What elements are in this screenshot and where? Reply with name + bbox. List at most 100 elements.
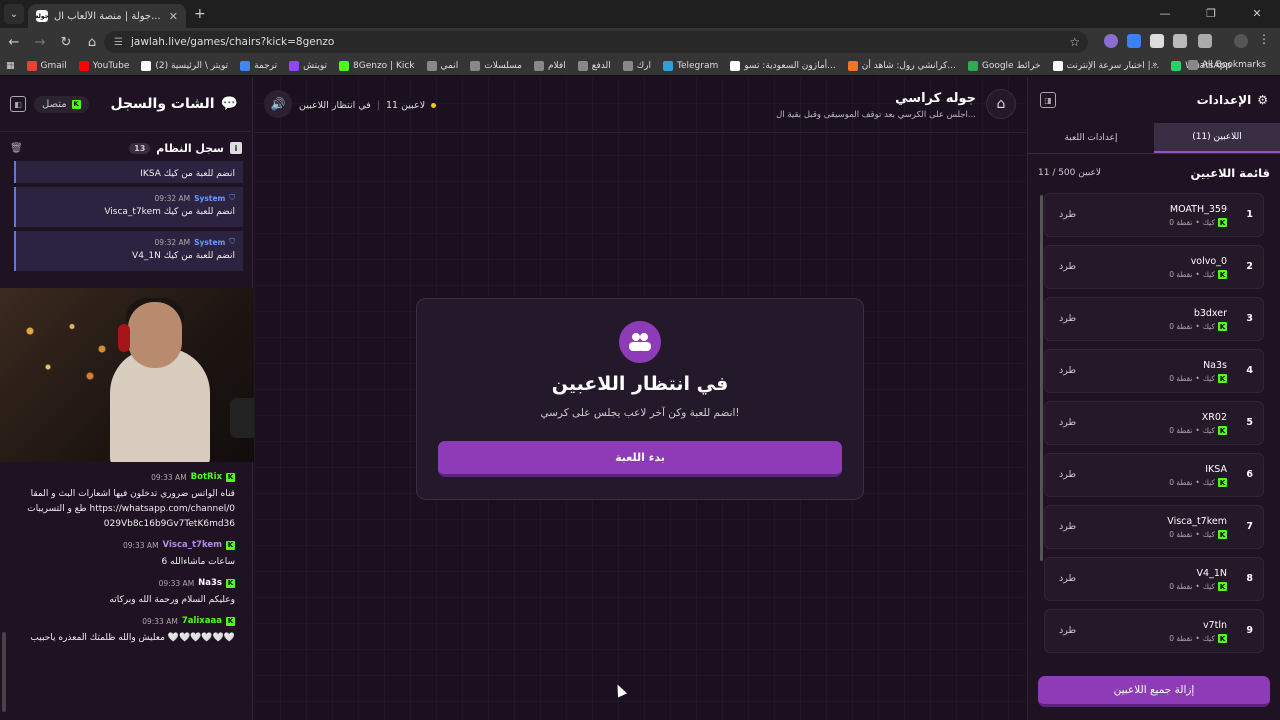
kick-player-button[interactable]: طرد <box>1059 313 1076 324</box>
bookmark-item[interactable]: Telegram <box>657 60 724 71</box>
kick-player-button[interactable]: طرد <box>1059 521 1076 532</box>
extension-icon[interactable] <box>1173 34 1187 48</box>
bookmark-item[interactable]: انمي <box>421 60 465 71</box>
chat-username[interactable]: Na3s <box>198 578 222 588</box>
kick-player-button[interactable]: طرد <box>1059 469 1076 480</box>
kick-icon: K <box>1218 582 1227 591</box>
bookmark-item[interactable]: مسلسلات <box>464 60 528 71</box>
settings-header: ◨ الإعدادات ⚙ <box>1028 77 1280 123</box>
bookmark-item[interactable]: ارك <box>617 60 657 71</box>
reload-icon[interactable]: ↻ <box>54 35 78 50</box>
start-game-button[interactable]: بدء اللعبة <box>438 441 842 477</box>
apps-icon[interactable]: ▦ <box>0 61 21 71</box>
close-window-icon[interactable]: ✕ <box>1234 0 1280 28</box>
kick-player-button[interactable]: طرد <box>1059 209 1076 220</box>
player-number: 6 <box>1246 469 1253 480</box>
profile-avatar[interactable] <box>1234 34 1248 48</box>
home-icon[interactable]: ⌂ <box>80 35 104 50</box>
dot-separator: • <box>1195 478 1200 487</box>
waiting-card: في انتظار اللاعبين انضم للعبة وكن آخر لا… <box>416 298 864 500</box>
bookmark-label: ترجمة <box>254 60 278 71</box>
chat-username[interactable]: Visca_t7kem <box>163 540 222 550</box>
bookmark-favicon-icon <box>426 60 437 71</box>
dot-separator: • <box>1195 530 1200 539</box>
settings-tabs: إعدادات اللعبة اللاعبين (11) <box>1028 123 1280 154</box>
mouse-cursor-icon <box>612 682 628 698</box>
bookmark-star-icon[interactable]: ☆ <box>1069 35 1080 49</box>
chat-title: الشات والسجل 💬 <box>110 96 238 112</box>
minimize-icon[interactable]: — <box>1142 0 1188 28</box>
bookmark-item[interactable]: افلام <box>528 60 572 71</box>
kick-player-button[interactable]: طرد <box>1059 261 1076 272</box>
trash-icon[interactable]: 🗑 <box>10 143 23 154</box>
bookmark-item[interactable]: أمازون السعودية: تسو... <box>724 60 842 71</box>
bookmark-item[interactable]: الدفع <box>572 60 617 71</box>
bookmark-label: أمازون السعودية: تسو... <box>744 60 836 71</box>
chevron-right-icon[interactable]: » <box>1152 60 1158 70</box>
bookmark-item[interactable]: Google خرائط <box>962 60 1047 71</box>
kick-icon: K <box>1218 218 1227 227</box>
bookmark-label: مسلسلات <box>484 60 522 71</box>
home-button[interactable]: ⌂ <box>986 89 1016 119</box>
all-bookmarks[interactable]: All Bookmarks <box>1182 60 1272 70</box>
extensions-puzzle-icon[interactable] <box>1198 34 1212 48</box>
restore-icon[interactable]: ❐ <box>1188 0 1234 28</box>
browser-tab[interactable]: جولة جولة | منصة الألعاب ال... - Jawlah … <box>28 4 186 28</box>
collapse-panel-icon[interactable]: ◧ <box>10 96 26 112</box>
chat-username[interactable]: BotRix <box>191 472 222 482</box>
collapse-panel-icon[interactable]: ◨ <box>1040 92 1056 108</box>
chat-title-text: الشات والسجل <box>110 96 215 112</box>
sound-toggle-icon[interactable]: 🔊 <box>264 90 292 118</box>
bookmark-item[interactable]: YouTube <box>73 60 136 71</box>
kick-player-button[interactable]: طرد <box>1059 625 1076 636</box>
tab-players[interactable]: اللاعبين (11) <box>1154 123 1280 153</box>
bookmark-item[interactable]: تويتش <box>283 60 333 71</box>
players-title: قائمة اللاعبين <box>1190 166 1270 180</box>
kick-icon: K <box>1218 322 1227 331</box>
chat-scrollbar[interactable] <box>2 632 6 712</box>
player-row: 4 Na3s 0 نقطة • كيك K طرد <box>1044 349 1264 393</box>
kick-icon: K <box>1218 374 1227 383</box>
chat-username[interactable]: 7alixaaa <box>182 616 222 626</box>
address-bar[interactable]: ☰ jawlah.live/games/chairs?kick=8genzo ☆ <box>104 31 1088 53</box>
extension-icon[interactable] <box>1150 34 1164 48</box>
bookmark-item[interactable]: كرانشي رول: شاهد أن... <box>842 60 962 71</box>
tab-search-button[interactable]: ⌄ <box>4 4 24 24</box>
players-scrollbar[interactable] <box>1040 195 1043 561</box>
kick-icon: K <box>1218 634 1227 643</box>
tab-game-settings[interactable]: إعدادات اللعبة <box>1028 123 1154 153</box>
browser-toolbar: ← → ↻ ⌂ ☰ jawlah.live/games/chairs?kick=… <box>0 28 1280 56</box>
status-text: متصل <box>42 98 67 110</box>
player-source: كيك <box>1202 530 1215 539</box>
bookmark-item[interactable]: اختبار سرعة الإنترنت |... <box>1047 60 1166 71</box>
bookmark-item[interactable]: ترجمة <box>234 60 283 71</box>
kick-player-button[interactable]: طرد <box>1059 573 1076 584</box>
player-points: 0 نقطة <box>1169 322 1193 331</box>
player-source: كيك <box>1202 582 1215 591</box>
kick-player-button[interactable]: طرد <box>1059 417 1076 428</box>
bookmark-item[interactable]: 8Genzo | Kick <box>333 60 421 71</box>
back-icon[interactable]: ← <box>2 35 26 50</box>
close-tab-icon[interactable]: ✕ <box>169 10 178 23</box>
kick-player-button[interactable]: طرد <box>1059 365 1076 376</box>
forward-icon[interactable]: → <box>28 35 52 50</box>
tab-title: جولة | منصة الألعاب ال... - Jawlah <box>54 10 163 22</box>
system-log-text: IKSA انضم للعبة من كيك <box>140 169 235 179</box>
player-number: 8 <box>1246 573 1253 584</box>
extension-icon[interactable] <box>1127 34 1141 48</box>
site-info-icon[interactable]: ☰ <box>114 37 123 48</box>
menu-icon[interactable]: ⋮ <box>1258 32 1272 46</box>
bookmark-label: Telegram <box>677 60 719 71</box>
player-name: V4_1N <box>1196 568 1227 579</box>
bookmark-item[interactable]: Gmail <box>21 60 73 71</box>
kick-icon: K <box>226 540 235 550</box>
player-number: 7 <box>1246 521 1253 532</box>
extension-icon[interactable] <box>1104 34 1118 48</box>
bookmark-favicon-icon <box>289 60 300 71</box>
settings-panel: ◨ الإعدادات ⚙ إعدادات اللعبة اللاعبين (11… <box>1027 77 1280 720</box>
bookmark-item[interactable]: (2) تويتر \ الرئيسية <box>135 60 234 71</box>
remove-all-players-button[interactable]: إزالة جميع اللاعبين <box>1038 676 1270 707</box>
bookmark-favicon-icon <box>1052 60 1063 71</box>
player-row: 7 Visca_t7kem 0 نقطة • كيك K طرد <box>1044 505 1264 549</box>
new-tab-icon[interactable]: + <box>194 6 206 22</box>
